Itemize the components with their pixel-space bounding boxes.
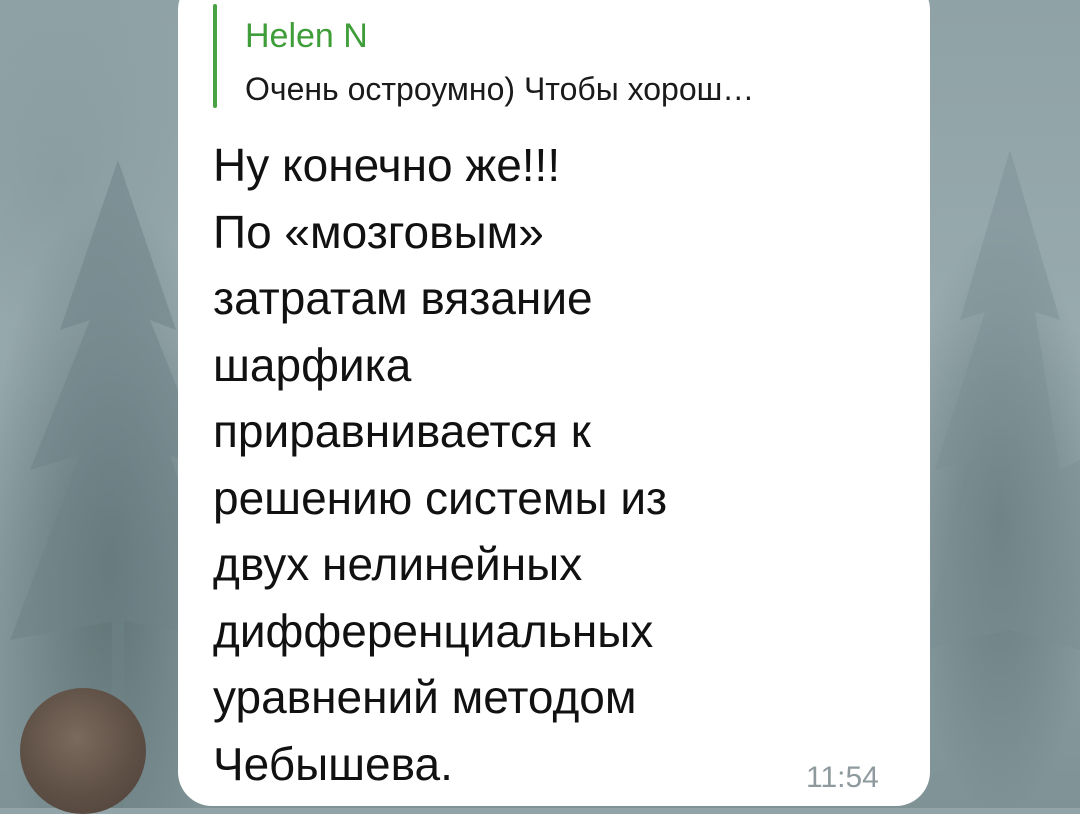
- message-line: шарфика: [213, 338, 412, 391]
- message-timestamp: 11:54: [806, 761, 879, 794]
- message-line: По «мозговым»: [213, 205, 544, 258]
- message-line: затратам вязание: [213, 272, 593, 324]
- message-line: Ну конечно же!!!: [213, 139, 561, 191]
- message-line: приравнивается к: [213, 405, 591, 457]
- reply-quote[interactable]: Helen N Очень остроумно) Чтобы хорош…: [213, 4, 913, 108]
- message-text: Ну конечно же!!! По «мозговым» затратам …: [213, 132, 853, 797]
- message-line: уравнений методом: [213, 671, 637, 723]
- avatar[interactable]: [20, 688, 146, 814]
- reply-preview-text: Очень остроумно) Чтобы хорош…: [245, 71, 755, 107]
- message-line: дифференциальных: [213, 604, 654, 657]
- message-line: Чебышева.: [213, 737, 453, 790]
- reply-author-name: Helen N: [245, 17, 368, 55]
- message-line: решению системы из: [213, 471, 668, 524]
- message-line: двух нелинейных: [213, 538, 583, 590]
- reply-bar: [213, 4, 217, 108]
